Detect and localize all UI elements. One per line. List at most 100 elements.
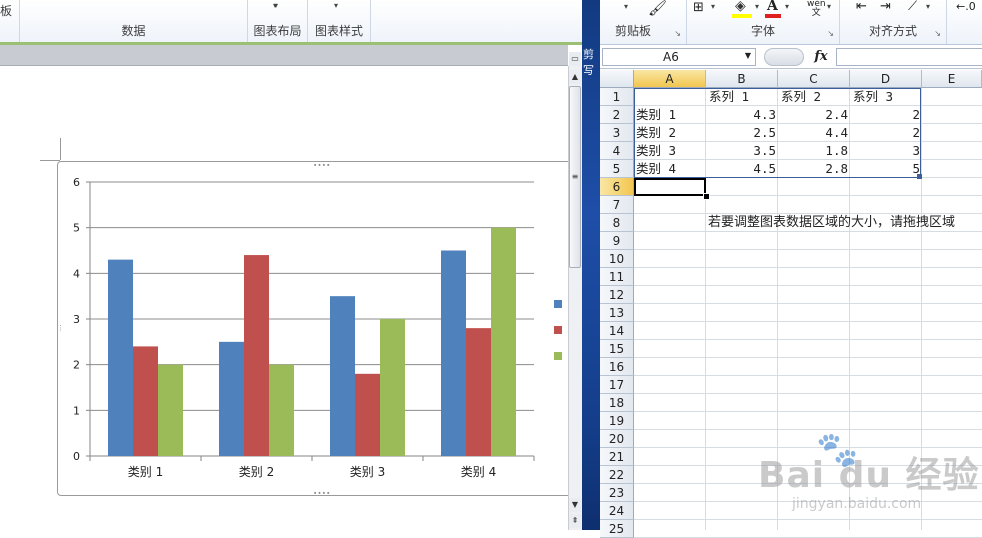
- row-header-1[interactable]: 1: [600, 88, 634, 106]
- embedded-chart[interactable]: 0 1 2 3 4 5 6 类别 1 类别 2 类别 3 类别 4 ∙∙∙∙ ∙∙∙∙ ⋮: [57, 161, 579, 496]
- bar-1-2: [219, 341, 244, 456]
- y-tick-label: 1: [73, 404, 80, 417]
- resize-grip-icon: ⋮: [58, 324, 64, 332]
- decrease-indent-icon[interactable]: ⇤: [856, 0, 867, 14]
- row-header-2[interactable]: 2: [600, 106, 634, 124]
- ribbon-group-font: ⊞ ▾ ◈ ▾ A ▾ wén 文 ▾ 字体 ↘: [687, 0, 840, 44]
- legend-marker-2: [554, 326, 562, 334]
- desktop-edge: [582, 0, 600, 530]
- grid-line: [634, 267, 982, 268]
- phonetic-dropdown-icon[interactable]: ▾: [827, 2, 831, 11]
- font-color-dropdown-icon[interactable]: ▾: [785, 2, 789, 11]
- column-header-d[interactable]: D: [850, 70, 922, 88]
- ribbon-group-chart-styles: ▾ 图表样式: [308, 0, 371, 44]
- ribbon-group-alignment: ⇤ ⇥ ⟋ ▾ 对齐方式 ↘: [840, 0, 947, 44]
- page-corner-mark: [60, 138, 61, 160]
- ribbon-group-chart-layout: ▾ 图表布局: [248, 0, 308, 44]
- row-header-18[interactable]: 18: [600, 394, 634, 412]
- borders-icon[interactable]: ⊞: [693, 0, 704, 15]
- instruction-note: 若要调整图表数据区域的大小，请拖拽区域: [708, 215, 956, 230]
- orientation-dropdown-icon[interactable]: ▾: [926, 2, 930, 11]
- row-header-9[interactable]: 9: [600, 232, 634, 250]
- bar-chart: 0 1 2 3 4 5 6 类别 1 类别 2 类别 3 类别 4 ∙∙∙∙ ∙∙∙∙ ⋮: [58, 162, 562, 495]
- ribbon-group-label: 对齐方式: [868, 24, 917, 38]
- row-header-15[interactable]: 15: [600, 340, 634, 358]
- select-all-corner[interactable]: [600, 70, 634, 88]
- row-header-7[interactable]: 7: [600, 196, 634, 214]
- format-painter-icon[interactable]: 🖌: [648, 0, 667, 17]
- row-header-17[interactable]: 17: [600, 376, 634, 394]
- row-header-8[interactable]: 8: [600, 214, 634, 232]
- scroll-split-icon[interactable]: ▭: [569, 52, 581, 66]
- word-ribbon: 板 ▾ 数据 ▾ 图表布局 ▾ 图表样式: [0, 0, 582, 45]
- ribbon-group-clipboard: ▾ 🖌 剪贴板 ↘: [600, 0, 687, 44]
- row-header-24[interactable]: 24: [600, 502, 634, 520]
- row-header-14[interactable]: 14: [600, 322, 634, 340]
- grid-line: [634, 339, 982, 340]
- name-box-dropdown-icon[interactable]: ▼: [745, 51, 751, 60]
- row-header-10[interactable]: 10: [600, 250, 634, 268]
- dialog-launcher-icon[interactable]: ↘: [827, 29, 834, 38]
- row-header-22[interactable]: 22: [600, 466, 634, 484]
- bar-2-4: [466, 328, 491, 456]
- fill-color-swatch: [732, 14, 752, 18]
- formula-input[interactable]: [836, 48, 982, 66]
- row-header-16[interactable]: 16: [600, 358, 634, 376]
- scroll-down-icon[interactable]: ▼: [569, 498, 581, 512]
- row-header-23[interactable]: 23: [600, 484, 634, 502]
- range-resize-handle[interactable]: [917, 174, 922, 179]
- bar-1-1: [108, 259, 133, 456]
- y-tick-label: 4: [73, 267, 80, 280]
- column-header-e[interactable]: E: [922, 70, 982, 88]
- row-header-20[interactable]: 20: [600, 430, 634, 448]
- chart-styles-dropdown-icon[interactable]: ▾: [334, 1, 338, 10]
- previous-page-icon[interactable]: ⇞: [569, 514, 581, 528]
- fill-color-icon[interactable]: ◈: [735, 0, 746, 14]
- active-cell-a6[interactable]: [634, 178, 706, 196]
- number-format-icon[interactable]: ←.0: [956, 0, 976, 13]
- bar-2-1: [133, 346, 158, 456]
- grid-line: [634, 249, 982, 250]
- grid-line: [634, 393, 982, 394]
- bar-3-3: [380, 319, 405, 456]
- row-header-5[interactable]: 5: [600, 160, 634, 178]
- row-header-25[interactable]: 25: [600, 520, 634, 538]
- phonetic-guide-icon[interactable]: wén 文: [807, 0, 826, 18]
- name-box[interactable]: A6 ▼: [602, 48, 756, 66]
- dialog-launcher-icon[interactable]: ↘: [934, 29, 941, 38]
- column-header-a[interactable]: A: [634, 70, 706, 88]
- increase-indent-icon[interactable]: ⇥: [880, 0, 891, 14]
- fill-handle[interactable]: [703, 193, 710, 200]
- orientation-icon[interactable]: ⟋: [908, 0, 917, 14]
- page-corner-mark: [40, 160, 60, 161]
- chart-layout-dropdown-icon[interactable]: ▾: [273, 1, 277, 10]
- bar-3-1: [158, 364, 183, 456]
- row-header-12[interactable]: 12: [600, 286, 634, 304]
- ribbon-group-label: 剪贴板: [614, 24, 651, 38]
- borders-dropdown-icon[interactable]: ▾: [711, 2, 715, 11]
- row-header-6[interactable]: 6: [600, 178, 634, 196]
- row-header-19[interactable]: 19: [600, 412, 634, 430]
- y-tick-label: 3: [73, 313, 80, 326]
- dialog-launcher-icon[interactable]: ↘: [674, 29, 681, 38]
- fill-color-dropdown-icon[interactable]: ▾: [755, 2, 759, 11]
- scroll-up-icon[interactable]: ▲: [569, 70, 581, 84]
- formula-bar-splitter[interactable]: [764, 48, 804, 66]
- grid-line: [634, 375, 982, 376]
- resize-grip-icon: ∙∙∙∙: [313, 489, 331, 495]
- row-header-4[interactable]: 4: [600, 142, 634, 160]
- ribbon-group-data: ▾ 数据: [20, 0, 278, 44]
- row-header-3[interactable]: 3: [600, 124, 634, 142]
- font-color-icon[interactable]: A: [767, 0, 778, 14]
- insert-function-button[interactable]: fx: [806, 47, 836, 67]
- row-header-11[interactable]: 11: [600, 268, 634, 286]
- bar-1-4: [441, 250, 466, 456]
- y-tick-label: 0: [73, 450, 80, 463]
- row-header-21[interactable]: 21: [600, 448, 634, 466]
- column-header-b[interactable]: B: [706, 70, 778, 88]
- column-header-c[interactable]: C: [778, 70, 850, 88]
- row-header-13[interactable]: 13: [600, 304, 634, 322]
- name-box-value: A6: [663, 50, 679, 64]
- bar-3-4: [491, 227, 516, 456]
- paste-dropdown-icon[interactable]: ▾: [624, 2, 628, 11]
